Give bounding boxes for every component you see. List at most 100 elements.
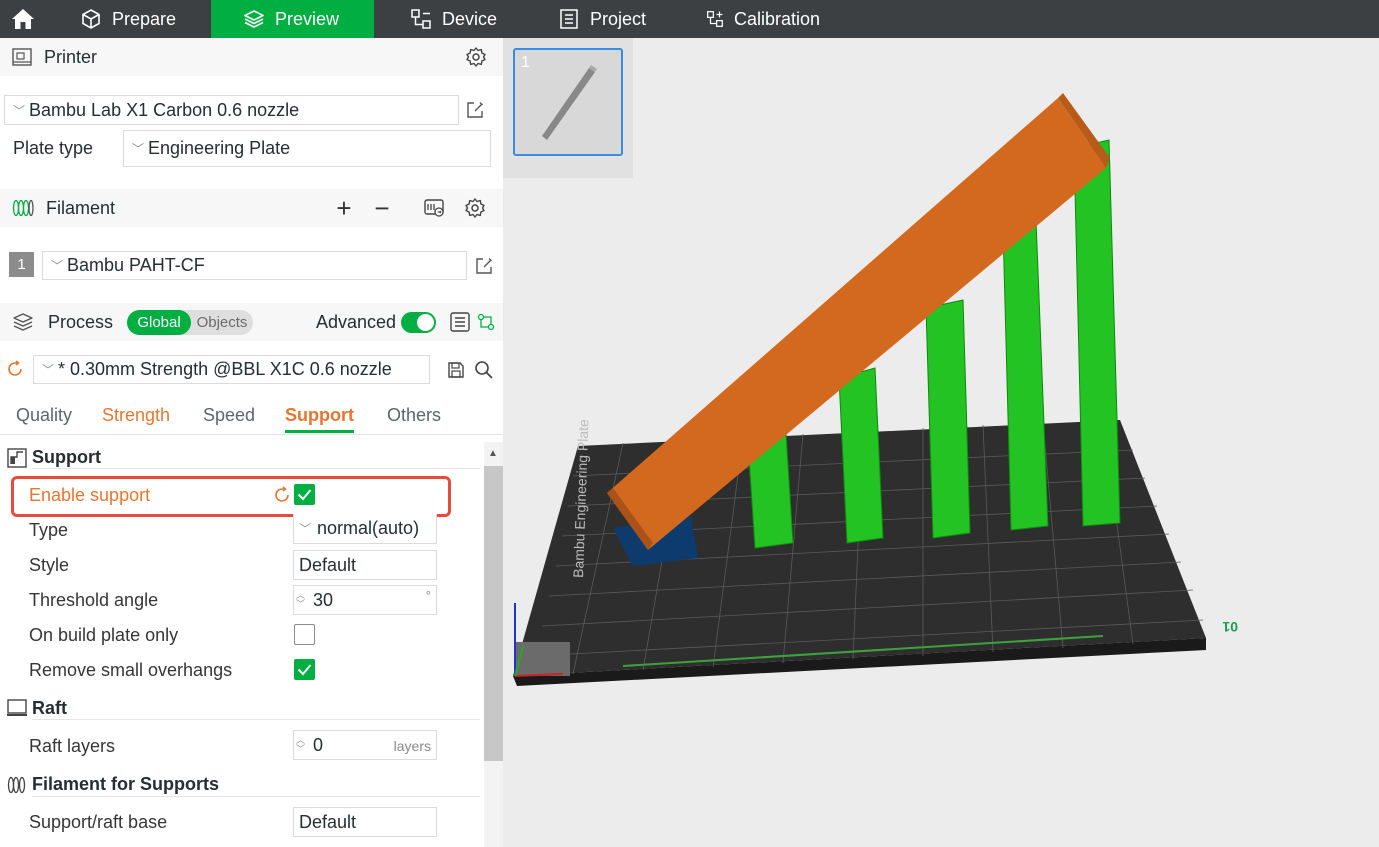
global-objects-toggle[interactable]: Global Objects: [127, 310, 253, 335]
filament-select-value: Bambu PAHT-CF: [67, 255, 205, 275]
project-icon: [560, 9, 578, 29]
checkmark-icon: [297, 489, 312, 501]
threshold-angle-input[interactable]: ︿ ﹀ 30 °: [293, 585, 437, 615]
raft-layers-input[interactable]: ︿ ﹀ 0 layers: [293, 730, 437, 760]
process-section-title: Process: [48, 311, 114, 332]
plus-icon: +: [336, 192, 352, 223]
device-icon: [411, 9, 431, 29]
support-type-value: normal(auto): [317, 518, 420, 538]
raft-layers-value: 0: [313, 734, 324, 755]
plate-type-select[interactable]: ﹀ Engineering Plate: [123, 130, 491, 167]
tab-others[interactable]: Others: [387, 405, 441, 426]
filament-section-header: Filament + −: [0, 189, 503, 227]
objects-toggle-option[interactable]: Objects: [191, 310, 253, 335]
settings-panel: Printer ﹀ Bambu Lab X1 Carbon 0.6 nozzle…: [0, 38, 503, 847]
minus-icon: −: [374, 192, 390, 223]
save-preset-button[interactable]: [445, 359, 467, 381]
remove-overhangs-checkbox[interactable]: [294, 659, 315, 680]
tab-device[interactable]: Device: [374, 0, 534, 38]
filament-select[interactable]: ﹀ Bambu PAHT-CF: [42, 251, 467, 280]
axis-label: 01: [1222, 619, 1238, 635]
3d-viewport[interactable]: 1 Bambu Engineering Plate 01: [503, 38, 1379, 847]
support-type-select[interactable]: ﹀ normal(auto): [293, 514, 437, 544]
process-list-button[interactable]: [449, 311, 471, 333]
undo-icon: [8, 360, 22, 376]
save-icon: [448, 362, 464, 378]
scroll-up-icon[interactable]: ▲: [488, 448, 498, 459]
remove-overhangs-label: Remove small overhangs: [29, 660, 233, 680]
chevron-down-icon: ﹀: [51, 259, 64, 273]
top-nav-bar: Prepare Preview Device Project Calibrati…: [0, 0, 1379, 38]
filament-edit-button[interactable]: [473, 255, 495, 277]
sync-ams-button[interactable]: [422, 196, 446, 220]
printer-section-header: Printer: [0, 38, 503, 76]
home-button[interactable]: [0, 0, 46, 38]
filament-section-title: Filament: [46, 197, 116, 218]
build-plate-only-checkbox[interactable]: [294, 624, 315, 645]
search-icon: [475, 361, 493, 379]
filament-supports-group-title: Filament for Supports: [32, 774, 220, 794]
search-settings-button[interactable]: [473, 359, 495, 381]
settings-tabs: Quality Strength Speed Support Others: [0, 405, 503, 435]
tab-speed[interactable]: Speed: [203, 405, 255, 426]
filament-settings-button[interactable]: [463, 196, 487, 220]
tab-quality[interactable]: Quality: [16, 405, 72, 426]
reset-preset-button[interactable]: [5, 359, 25, 379]
printer-settings-button[interactable]: [464, 45, 488, 69]
add-filament-button[interactable]: +: [332, 193, 356, 223]
tab-preview[interactable]: Preview: [211, 0, 374, 38]
threshold-unit: °: [425, 588, 431, 603]
printer-edit-button[interactable]: [464, 99, 486, 121]
plate-type-label: Plate type: [13, 138, 94, 158]
tab-project[interactable]: Project: [534, 0, 682, 38]
process-preset-select[interactable]: ﹀ * 0.30mm Strength @BBL X1C 0.6 nozzle: [33, 355, 430, 384]
spinner-arrows-icon[interactable]: ︿ ﹀: [296, 591, 305, 609]
advanced-switch[interactable]: [401, 312, 436, 333]
scrollbar-thumb[interactable]: [484, 466, 503, 761]
tab-support[interactable]: Support: [285, 405, 354, 433]
list-icon: [450, 312, 470, 332]
process-compare-button[interactable]: [475, 311, 497, 333]
tab-device-label: Device: [442, 8, 498, 29]
support-style-select[interactable]: Default: [293, 550, 437, 580]
chevron-down-icon: ﹀: [299, 522, 312, 536]
build-plate-only-label: On build plate only: [29, 625, 179, 645]
chevron-down-icon: ﹀: [42, 363, 55, 377]
enable-support-checkbox[interactable]: [294, 484, 315, 505]
settings-scrollbar[interactable]: ▲: [484, 442, 503, 847]
chevron-down-icon: ﹀: [13, 103, 26, 118]
raft-layers-unit: layers: [393, 738, 431, 754]
support-section-icon: [7, 448, 27, 468]
filament-spool-icon: [12, 199, 34, 217]
reset-enable-support-button[interactable]: [272, 485, 292, 505]
tab-prepare-label: Prepare: [112, 8, 177, 29]
threshold-angle-label: Threshold angle: [29, 590, 159, 610]
undo-icon: [275, 486, 289, 502]
compare-icon: [477, 313, 495, 331]
process-layers-icon: [13, 313, 33, 331]
ams-sync-icon: [424, 199, 444, 217]
tab-calibration[interactable]: Calibration: [682, 0, 842, 38]
support-group-title: Support: [32, 447, 101, 467]
printer-select[interactable]: ﹀ Bambu Lab X1 Carbon 0.6 nozzle: [4, 95, 459, 125]
filament-spool-icon: [7, 776, 26, 794]
support-divider: [32, 468, 480, 469]
cube-icon: [82, 9, 100, 29]
raft-group-title: Raft: [32, 698, 67, 718]
tab-calibration-label: Calibration: [733, 8, 820, 29]
support-base-select[interactable]: Default: [293, 807, 437, 837]
tab-strength[interactable]: Strength: [102, 405, 170, 426]
scene-render: Bambu Engineering Plate 01: [513, 93, 1238, 686]
support-style-label: Style: [29, 555, 70, 575]
tab-prepare[interactable]: Prepare: [46, 0, 211, 38]
raft-section-icon: [7, 699, 27, 716]
enable-support-label: Enable support: [29, 485, 151, 505]
support-base-value: Default: [299, 811, 357, 832]
spinner-arrows-icon[interactable]: ︿ ﹀: [296, 736, 305, 754]
support-style-value: Default: [299, 554, 357, 575]
remove-filament-button[interactable]: −: [370, 193, 394, 223]
filament-slot-badge[interactable]: 1: [9, 252, 34, 277]
gear-icon: [466, 47, 486, 67]
global-toggle-option[interactable]: Global: [127, 310, 191, 335]
printer-section-title: Printer: [44, 46, 98, 67]
